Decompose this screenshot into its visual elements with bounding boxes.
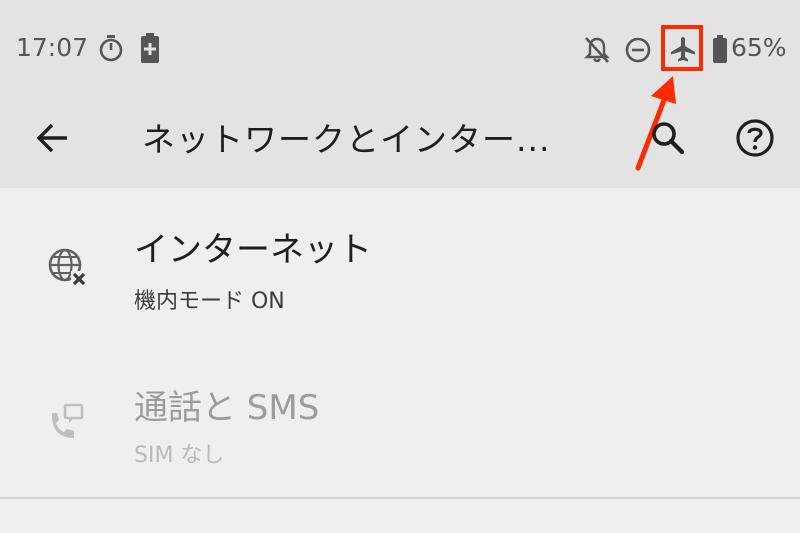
divider: [0, 497, 800, 499]
phone-sms-icon: [52, 403, 84, 438]
back-arrow-icon[interactable]: [34, 119, 72, 157]
help-icon[interactable]: [735, 118, 775, 158]
setting-title: 通話と SMS: [134, 388, 320, 428]
setting-title: インターネット: [134, 230, 372, 270]
stopwatch-icon: [99, 35, 123, 62]
search-icon[interactable]: [650, 120, 686, 156]
globe-offline-icon: [48, 248, 87, 287]
setting-subtitle: 機内モード ON: [134, 289, 285, 314]
status-time: 17:07: [16, 33, 89, 62]
battery-charging-icon: [141, 33, 159, 63]
battery-percentage: 65%: [731, 33, 787, 62]
notifications-off-icon: [584, 37, 610, 63]
airplane-highlight-box: [661, 25, 703, 71]
battery-icon: [713, 35, 727, 63]
setting-subtitle: SIM なし: [134, 443, 225, 468]
page-title: ネットワークとインター...: [142, 120, 551, 159]
do-not-disturb-icon: [625, 37, 651, 63]
